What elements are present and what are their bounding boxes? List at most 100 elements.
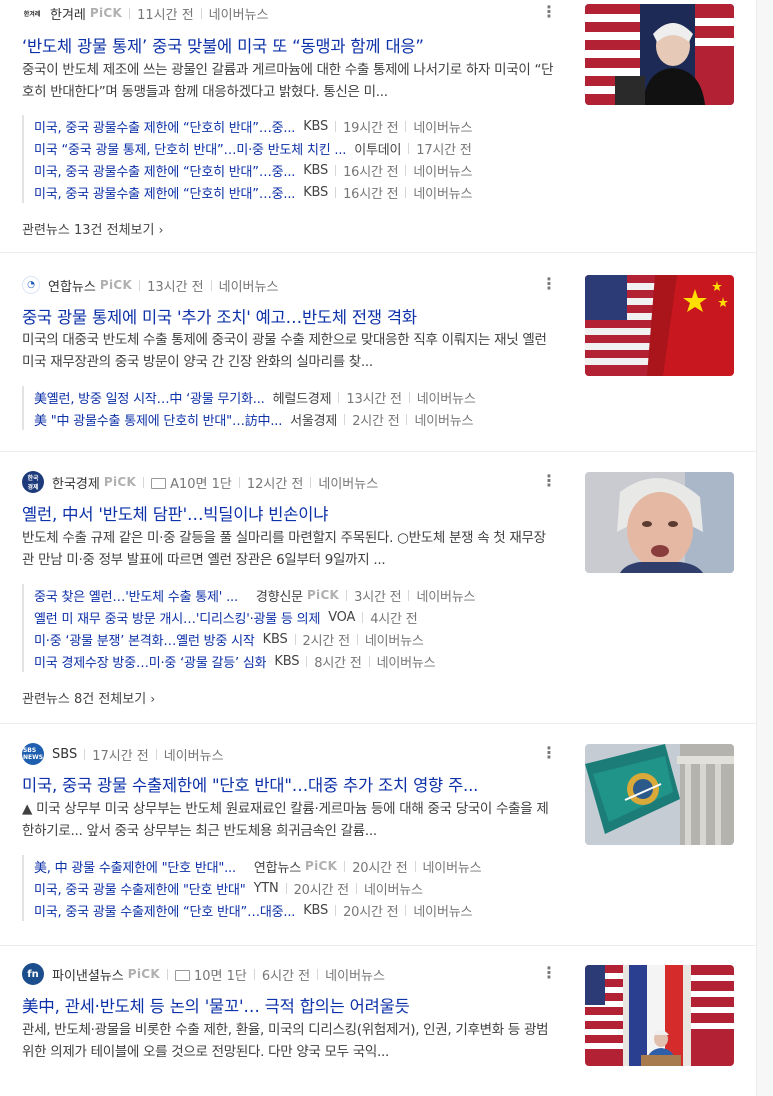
press-logo[interactable]: SBS NEWS bbox=[22, 743, 44, 765]
related-item: 미국, 중국 광물수출 제한에 “단호히 반대”…중... KBS 16시간 전… bbox=[34, 181, 552, 203]
divider bbox=[143, 476, 145, 488]
naver-news-link[interactable]: 네이버뉴스 bbox=[365, 630, 424, 649]
pick-badge: PiCK bbox=[89, 6, 123, 20]
article-description[interactable]: ▲ 미국 상무부 미국 상무부는 반도체 원료재료인 칼륨·게르마늄 등에 대해… bbox=[22, 798, 554, 842]
related-title[interactable]: 미국, 중국 광물수출 제한에 “단호히 반대”…중... bbox=[34, 183, 295, 202]
press-name[interactable]: 연합뉴스 bbox=[48, 276, 96, 295]
related-press[interactable]: 연합뉴스 bbox=[254, 857, 301, 876]
more-options-icon[interactable]: ⋮ bbox=[541, 963, 557, 983]
related-press[interactable]: KBS bbox=[303, 185, 328, 200]
related-title[interactable]: 미국, 중국 광물 수출제한에 "단호 반대" bbox=[34, 879, 246, 898]
chevron-right-icon: › bbox=[150, 692, 156, 706]
naver-news-link[interactable]: 네이버뉴스 bbox=[318, 473, 378, 492]
article-title[interactable]: 美中, 관세·반도체 등 논의 '물꼬'… 극적 합의는 어려울듯 bbox=[22, 993, 410, 1017]
related-title[interactable]: 미국, 중국 광물수출 제한에 “단호히 반대”…중... bbox=[34, 161, 295, 180]
press-logo[interactable]: 한겨레 bbox=[22, 6, 42, 20]
related-time: 2시간 전 bbox=[302, 633, 350, 649]
naver-news-link[interactable]: 네이버뉴스 bbox=[325, 965, 385, 984]
article-description[interactable]: 반도체 수출 규제 같은 미·중 갈등을 풀 실마리를 마련할지 주목된다. ○… bbox=[22, 527, 554, 571]
related-press[interactable]: KBS bbox=[303, 119, 328, 134]
related-press[interactable]: KBS bbox=[303, 163, 328, 178]
naver-news-link[interactable]: 네이버뉴스 bbox=[364, 879, 423, 898]
thumbnail-image bbox=[585, 472, 734, 573]
related-title[interactable]: 미·중 ‘광물 분쟁’ 본격화…옐런 방중 시작 bbox=[34, 630, 255, 649]
divider bbox=[338, 391, 340, 403]
related-title[interactable]: 미국, 중국 광물 수출제한에 “단호 반대”…대중... bbox=[34, 901, 295, 920]
divider bbox=[335, 904, 337, 916]
more-options-icon[interactable]: ⋮ bbox=[541, 743, 557, 763]
naver-news-link[interactable]: 네이버뉴스 bbox=[414, 410, 473, 429]
related-press[interactable]: 헤럴드경제 bbox=[273, 388, 332, 407]
related-item: 美 "中 광물수출 통제에 단호히 반대"…訪中... 서울경제 2시간 전 네… bbox=[34, 408, 552, 430]
related-title[interactable]: 美, 中 광물 수출제한에 "단호 반대"... bbox=[34, 857, 236, 876]
naver-news-link[interactable]: 네이버뉴스 bbox=[423, 857, 482, 876]
related-title[interactable]: 美 "中 광물수출 통제에 단호히 반대"…訪中... bbox=[34, 410, 282, 429]
naver-news-link[interactable]: 네이버뉴스 bbox=[413, 161, 472, 180]
related-item: 미국, 중국 광물 수출제한에 "단호 반대" YTN 20시간 전 네이버뉴스 bbox=[34, 877, 552, 899]
related-press[interactable]: KBS bbox=[263, 632, 288, 647]
divider bbox=[356, 633, 358, 645]
related-press[interactable]: YTN bbox=[254, 881, 279, 896]
page-right-edge bbox=[756, 0, 773, 1096]
news-item: SBS NEWS SBS 17시간 전 네이버뉴스 ⋮ 미국, 중국 광물 수출제… bbox=[0, 724, 756, 946]
paper-icon bbox=[174, 969, 190, 981]
related-press[interactable]: VOA bbox=[328, 610, 355, 625]
pick-badge: PiCK bbox=[306, 588, 340, 602]
article-description[interactable]: 관세, 반도체·광물을 비롯한 수출 제한, 환율, 미국의 디리스킹(위험제거… bbox=[22, 1019, 554, 1063]
related-news: 美, 中 광물 수출제한에 "단호 반대"... 연합뉴스 PiCK 20시간 … bbox=[22, 855, 552, 921]
article-title[interactable]: ‘반도체 광물 통제’ 중국 맞불에 미국 또 “동맹과 함께 대응” bbox=[22, 33, 424, 57]
time: 11시간 전 bbox=[137, 7, 194, 23]
thumbnail-image bbox=[585, 744, 734, 845]
article-title[interactable]: 옐런, 中서 '반도체 담판'…빅딜이냐 빈손이냐 bbox=[22, 501, 328, 525]
article-description[interactable]: 미국의 대중국 반도체 수출 통제에 중국이 광물 수출 제한으로 맞대응한 직… bbox=[22, 329, 554, 373]
press-name[interactable]: 한겨레 bbox=[50, 4, 86, 23]
article-title[interactable]: 중국 광물 통제에 미국 '추가 조치' 예고…반도체 전쟁 격화 bbox=[22, 304, 417, 328]
naver-news-link[interactable]: 네이버뉴스 bbox=[377, 652, 436, 671]
related-item: 美, 中 광물 수출제한에 "단호 반대"... 연합뉴스 PiCK 20시간 … bbox=[34, 855, 552, 877]
related-more-link[interactable]: 관련뉴스 13건 전체보기 › bbox=[22, 219, 163, 238]
time: 6시간 전 bbox=[261, 968, 311, 984]
naver-news-link[interactable]: 네이버뉴스 bbox=[417, 388, 476, 407]
related-press[interactable]: 경향신문 bbox=[256, 586, 303, 605]
related-item: 미국, 중국 광물수출 제한에 “단호히 반대”…중... KBS 19시간 전… bbox=[34, 115, 552, 137]
more-options-icon[interactable]: ⋮ bbox=[541, 471, 557, 491]
press-logo[interactable]: fn bbox=[22, 963, 44, 985]
press-name[interactable]: 파이낸셜뉴스 bbox=[52, 965, 124, 984]
related-title[interactable]: 미국 “중국 광물 통제, 단호히 반대”…미·중 반도체 치킨 ... bbox=[34, 139, 346, 158]
related-title[interactable]: 美옐런, 방중 일정 시작…中 ‘광물 무기화... bbox=[34, 388, 265, 407]
related-title[interactable]: 옐런 미 재무 중국 방문 개시…'디리스킹'·광물 등 의제 bbox=[34, 608, 320, 627]
article-title[interactable]: 미국, 중국 광물 수출제한에 "단호 반대"…대중 추가 조치 영향 주... bbox=[22, 772, 478, 796]
related-time: 13시간 전 bbox=[346, 391, 402, 407]
more-options-icon[interactable]: ⋮ bbox=[541, 274, 557, 294]
divider bbox=[346, 589, 348, 601]
naver-news-link[interactable]: 네이버뉴스 bbox=[416, 586, 475, 605]
naver-news-link[interactable]: 네이버뉴스 bbox=[413, 183, 472, 202]
article-thumbnail[interactable] bbox=[585, 744, 734, 845]
naver-news-link[interactable]: 네이버뉴스 bbox=[209, 4, 269, 23]
thumbnail-image bbox=[585, 275, 734, 376]
press-logo[interactable]: 한국 경제 bbox=[22, 471, 44, 493]
article-thumbnail[interactable] bbox=[585, 472, 734, 573]
article-description[interactable]: 중국이 반도체 제조에 쓰는 광물인 갈륨과 게르마늄에 대한 수출 통제에 나… bbox=[22, 59, 554, 103]
related-more-link[interactable]: 관련뉴스 8건 전체보기 › bbox=[22, 688, 155, 707]
related-press[interactable]: KBS bbox=[303, 903, 328, 918]
naver-news-link[interactable]: 네이버뉴스 bbox=[164, 745, 224, 764]
naver-news-link[interactable]: 네이버뉴스 bbox=[219, 276, 279, 295]
related-title[interactable]: 미국 경제수장 방중…미·중 ‘광물 갈등’ 심화 bbox=[34, 652, 266, 671]
divider bbox=[294, 633, 296, 645]
press-name[interactable]: 한국경제 bbox=[52, 473, 100, 492]
related-press[interactable]: 서울경제 bbox=[290, 410, 337, 429]
related-press[interactable]: 이투데이 bbox=[354, 139, 401, 158]
related-press[interactable]: KBS bbox=[274, 654, 299, 669]
article-thumbnail[interactable] bbox=[585, 965, 734, 1066]
press-logo[interactable]: ◔ bbox=[22, 276, 40, 294]
article-thumbnail[interactable] bbox=[585, 4, 734, 105]
naver-news-link[interactable]: 네이버뉴스 bbox=[413, 901, 472, 920]
related-title[interactable]: 중국 찾은 옐런…'반도체 수출 통제' ... bbox=[34, 586, 238, 605]
related-title[interactable]: 미국, 중국 광물수출 제한에 “단호히 반대”…중... bbox=[34, 117, 295, 136]
press-row: 한국 경제 한국경제 PiCK A10면 1단 12시간 전 네이버뉴스 bbox=[22, 471, 378, 493]
naver-news-link[interactable]: 네이버뉴스 bbox=[413, 117, 472, 136]
press-name[interactable]: SBS bbox=[52, 747, 77, 762]
more-options-icon[interactable]: ⋮ bbox=[541, 2, 557, 22]
article-thumbnail[interactable] bbox=[585, 275, 734, 376]
